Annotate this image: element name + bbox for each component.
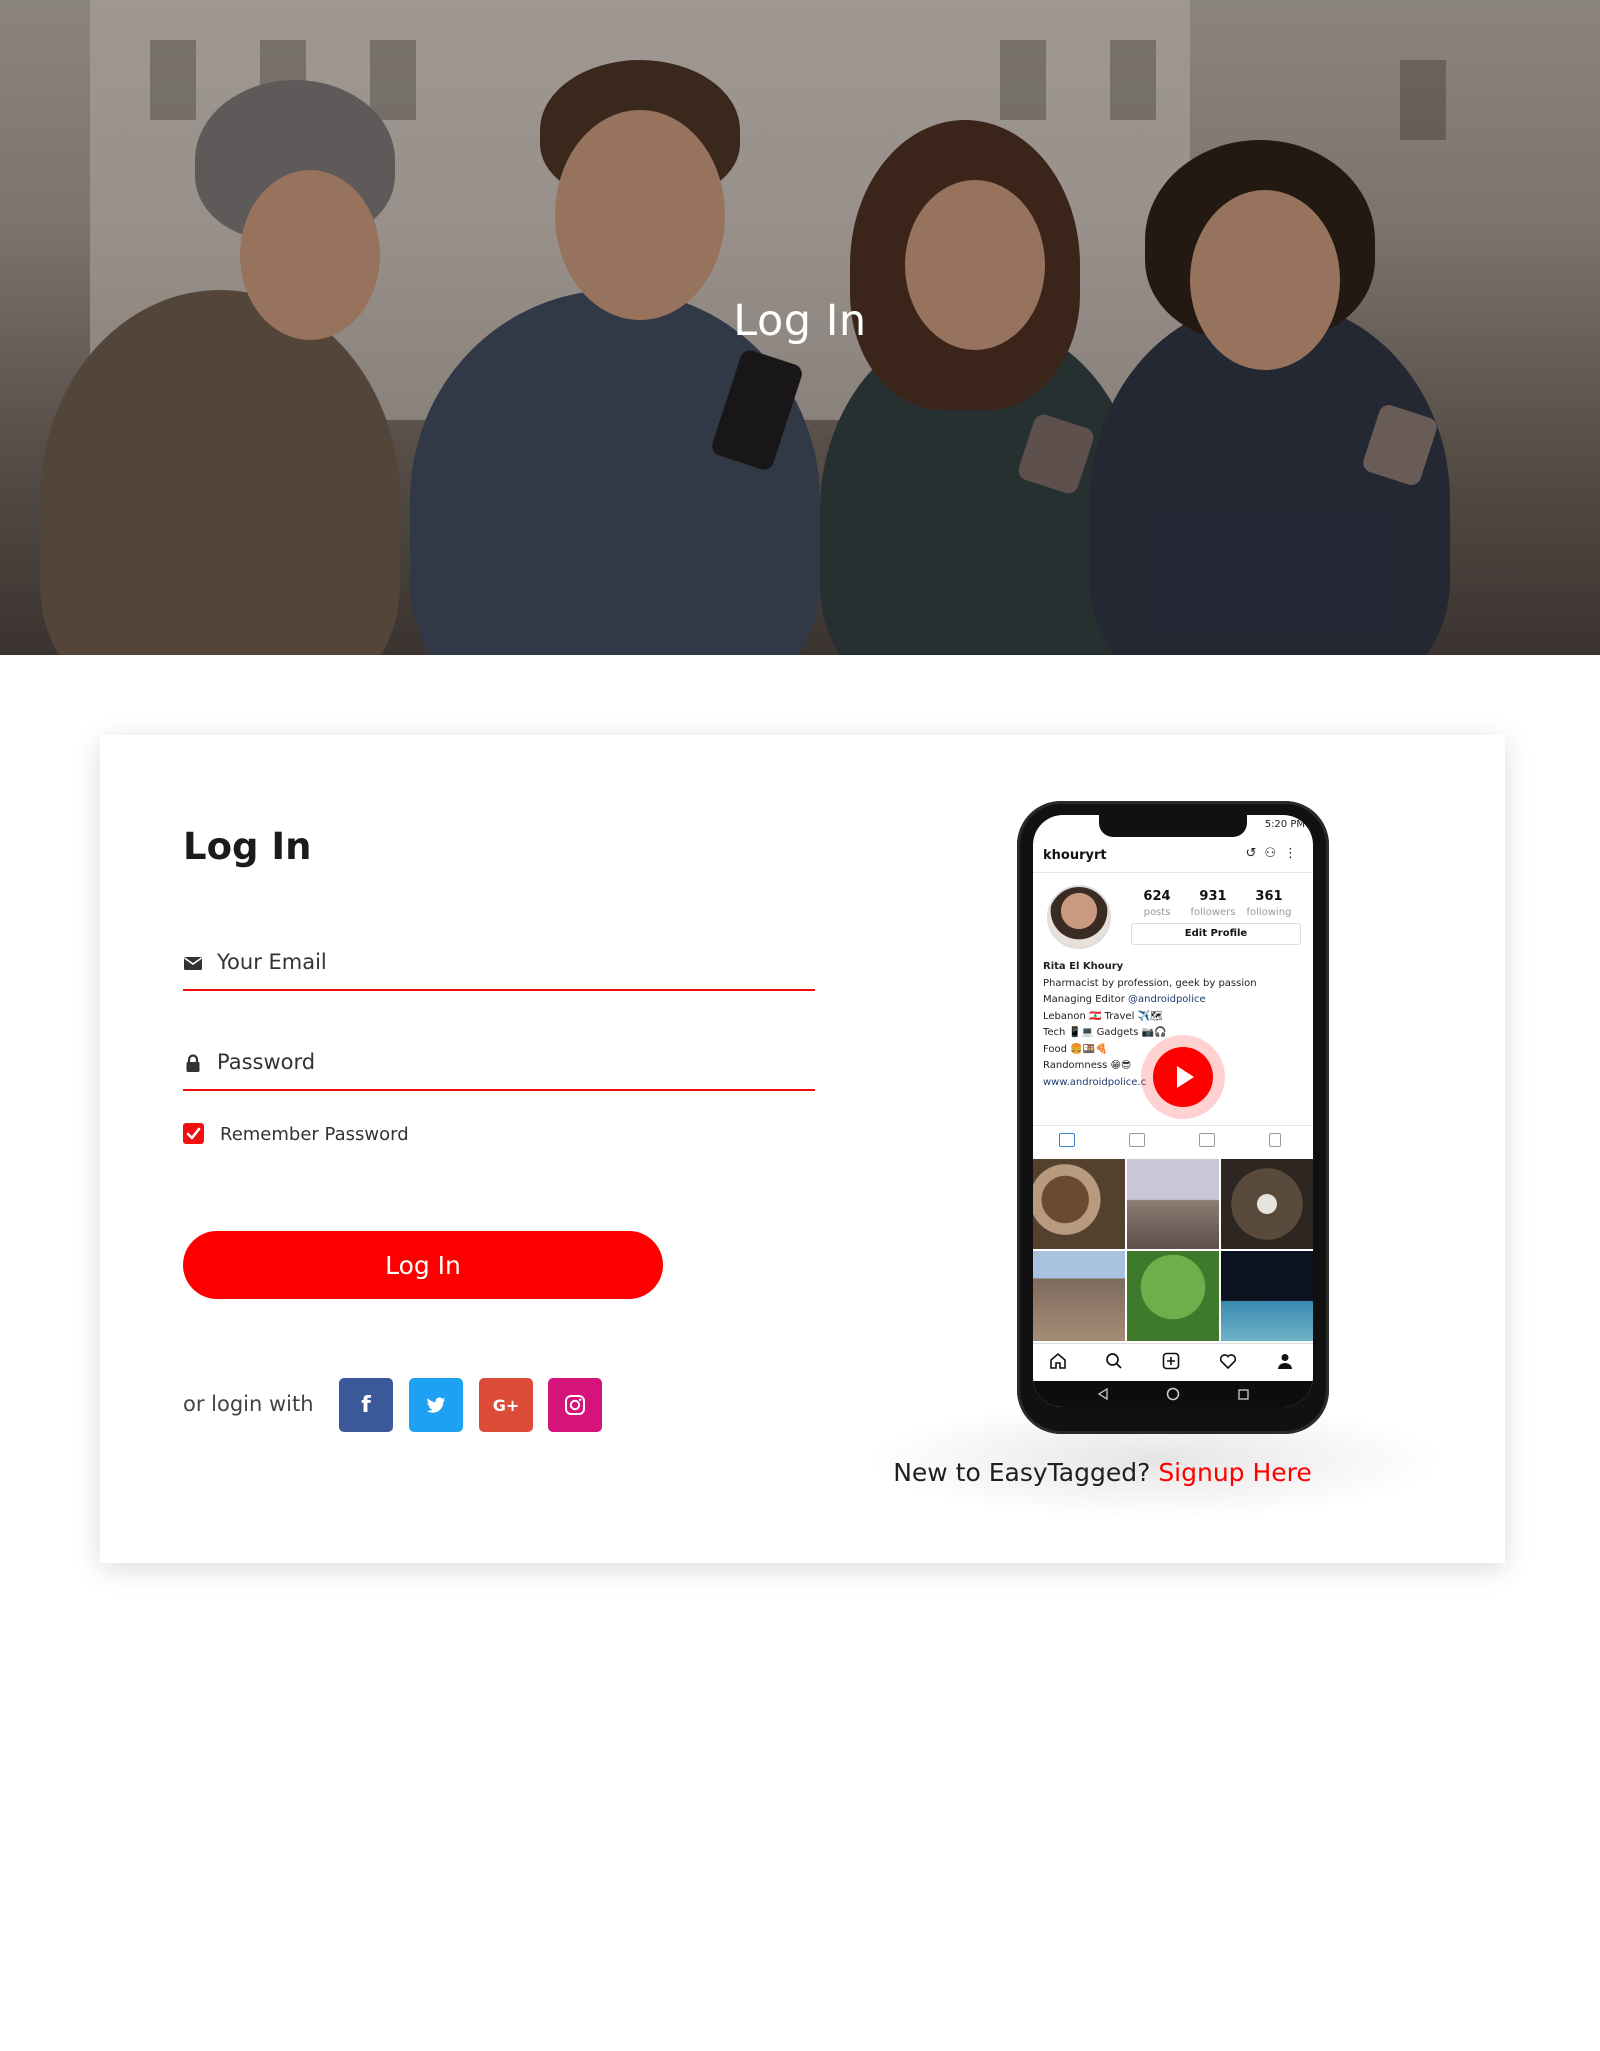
igtv-icon bbox=[1129, 1133, 1145, 1147]
more-vertical-icon: ⋮ bbox=[1284, 846, 1305, 861]
remember-checkbox[interactable] bbox=[183, 1123, 204, 1144]
instagram-top-icons: ↺⚇⋮ bbox=[1245, 846, 1305, 861]
login-button[interactable]: Log In bbox=[183, 1231, 663, 1299]
photo-thumbnail bbox=[1127, 1159, 1219, 1249]
twitter-icon bbox=[426, 1397, 446, 1413]
bio-line: Pharmacist by profession, geek by passio… bbox=[1043, 977, 1257, 989]
stat-following: 361 following bbox=[1239, 889, 1299, 918]
envelope-icon bbox=[184, 957, 202, 970]
edit-profile-button: Edit Profile bbox=[1131, 923, 1301, 945]
email-input[interactable] bbox=[217, 943, 807, 981]
stat-label: posts bbox=[1143, 907, 1171, 918]
profile-avatar bbox=[1047, 885, 1111, 949]
bio-name: Rita El Khoury bbox=[1043, 961, 1124, 972]
recents-icon bbox=[1238, 1389, 1249, 1400]
phone-screen: 5:20 PM khouryrt ↺⚇⋮ 624 posts 931 follo… bbox=[1033, 815, 1313, 1407]
add-post-icon bbox=[1162, 1352, 1180, 1370]
instagram-photo-grid bbox=[1033, 1159, 1313, 1341]
home-icon bbox=[1050, 1352, 1066, 1369]
status-time: 5:20 PM bbox=[1264, 819, 1305, 830]
photo-thumbnail bbox=[1221, 1159, 1313, 1249]
photo-thumbnail bbox=[1033, 1251, 1125, 1341]
stat-value: 624 bbox=[1143, 889, 1171, 904]
tagged-icon bbox=[1199, 1133, 1215, 1147]
search-icon bbox=[1106, 1353, 1122, 1369]
stat-label: following bbox=[1246, 907, 1292, 918]
profile-icon bbox=[1278, 1354, 1292, 1369]
home-circle-icon bbox=[1166, 1387, 1180, 1401]
history-icon: ↺ bbox=[1245, 846, 1265, 861]
signup-link[interactable]: Signup Here bbox=[1158, 1458, 1311, 1487]
instagram-bottom-nav bbox=[1033, 1343, 1313, 1379]
stat-followers: 931 followers bbox=[1183, 889, 1243, 918]
twitter-login-button[interactable] bbox=[409, 1378, 463, 1432]
play-video-button[interactable] bbox=[1153, 1047, 1213, 1107]
password-field-wrapper bbox=[183, 1035, 815, 1091]
password-input[interactable] bbox=[217, 1043, 807, 1081]
add-person-icon: ⚇ bbox=[1264, 846, 1284, 861]
play-icon bbox=[1177, 1066, 1194, 1088]
stat-posts: 624 posts bbox=[1127, 889, 1187, 918]
instagram-top-bar: khouryrt ↺⚇⋮ bbox=[1033, 841, 1313, 873]
instagram-login-button[interactable] bbox=[548, 1378, 602, 1432]
hero-banner: Log In bbox=[0, 0, 1600, 655]
android-nav-bar bbox=[1033, 1381, 1313, 1407]
bio-line: Managing Editor @androidpolice bbox=[1043, 992, 1303, 1009]
bio-line-prefix: Managing Editor bbox=[1043, 994, 1128, 1005]
form-title: Log In bbox=[183, 825, 312, 868]
checkmark-icon bbox=[186, 1127, 201, 1140]
hero-title: Log In bbox=[733, 296, 867, 346]
photo-thumbnail bbox=[1221, 1251, 1313, 1341]
heart-icon bbox=[1219, 1354, 1237, 1370]
instagram-icon bbox=[565, 1395, 585, 1415]
stat-value: 361 bbox=[1255, 889, 1283, 904]
stat-label: followers bbox=[1190, 907, 1236, 918]
back-icon bbox=[1097, 1388, 1108, 1400]
instagram-username: khouryrt bbox=[1043, 848, 1107, 863]
facebook-icon: f bbox=[361, 1392, 371, 1418]
photo-thumbnail bbox=[1033, 1159, 1125, 1249]
google-plus-login-button[interactable]: G+ bbox=[479, 1378, 533, 1432]
remember-label: Remember Password bbox=[220, 1124, 409, 1145]
instagram-profile-tabs bbox=[1033, 1125, 1313, 1155]
email-field-wrapper bbox=[183, 935, 815, 991]
phone-mockup: 5:20 PM khouryrt ↺⚇⋮ 624 posts 931 follo… bbox=[1017, 801, 1329, 1434]
stat-value: 931 bbox=[1199, 889, 1227, 904]
signup-prompt: New to EasyTagged? Signup Here bbox=[700, 1458, 1505, 1487]
login-card: Log In Remember Password Log In or login… bbox=[100, 735, 1505, 1563]
facebook-login-button[interactable]: f bbox=[339, 1378, 393, 1432]
google-plus-icon: G+ bbox=[492, 1395, 520, 1415]
bookmark-icon bbox=[1269, 1133, 1281, 1147]
lock-icon bbox=[186, 1054, 200, 1072]
photo-thumbnail bbox=[1127, 1251, 1219, 1341]
signup-prefix: New to EasyTagged? bbox=[893, 1458, 1151, 1487]
bio-mention-link: @androidpolice bbox=[1128, 994, 1206, 1005]
social-login-label: or login with bbox=[183, 1392, 314, 1416]
bio-line: Lebanon 🇱🇧 Travel ✈️🗺 bbox=[1043, 1010, 1163, 1022]
phone-notch bbox=[1099, 815, 1247, 837]
grid-icon bbox=[1059, 1133, 1075, 1147]
